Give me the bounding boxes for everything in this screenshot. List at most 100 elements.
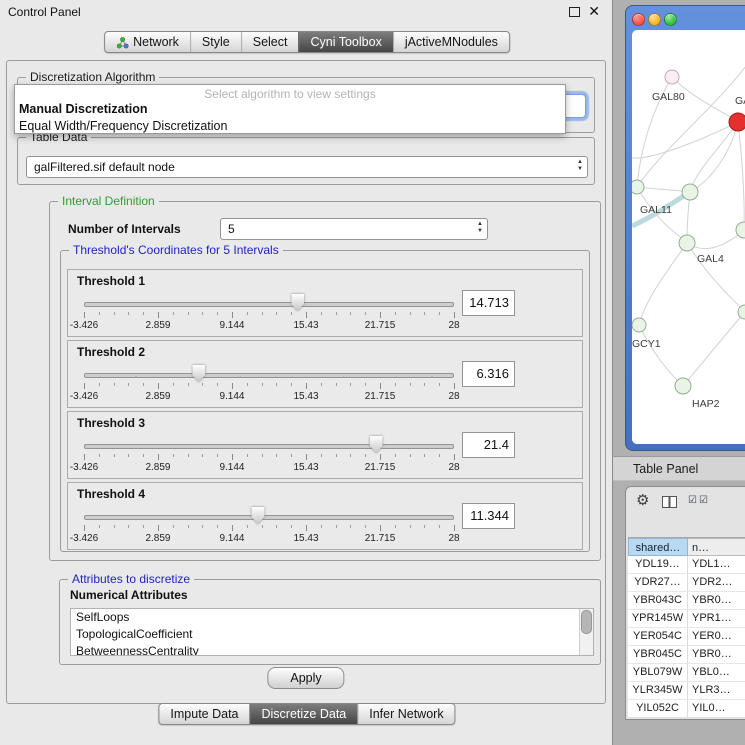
threshold-slider[interactable]: -3.4262.8599.14415.4321.71528 xyxy=(84,292,454,334)
threshold-panel: Threshold 4-3.4262.8599.14415.4321.71528… xyxy=(67,482,583,550)
threshold-panel: Threshold 1 -3.4262.8599.14415.4321.71528… xyxy=(67,269,583,337)
network-node[interactable] xyxy=(729,113,745,131)
slider-scale-label: -3.426 xyxy=(70,320,98,331)
attribute-list-item[interactable]: BetweennessCentrality xyxy=(71,643,593,656)
network-edge xyxy=(639,243,687,325)
float-window-icon[interactable] xyxy=(569,7,580,17)
network-node[interactable] xyxy=(665,70,679,84)
close-icon[interactable]: ✕ xyxy=(588,3,600,20)
attributes-list[interactable]: SelfLoopsTopologicalCoefficientBetweenne… xyxy=(70,608,594,656)
bottom-tab-infer-network-label: Infer Network xyxy=(369,707,443,721)
tab-cyni-toolbox-label: Cyni Toolbox xyxy=(310,35,381,49)
zoom-traffic-light-icon[interactable] xyxy=(664,13,677,26)
table-row[interactable]: YDR27…YDR2… xyxy=(628,574,745,592)
close-traffic-light-icon[interactable] xyxy=(632,13,645,26)
table-row[interactable]: YLR345WYLR3… xyxy=(628,682,745,700)
table-cell-name: YPR1… xyxy=(688,610,745,627)
slider-scale-label: 28 xyxy=(448,462,459,473)
slider-scale-label: 9.144 xyxy=(219,391,244,402)
attribute-list-item[interactable]: SelfLoops xyxy=(71,609,593,626)
threshold-slider[interactable]: -3.4262.8599.14415.4321.71528 xyxy=(84,363,454,405)
slider-track[interactable] xyxy=(84,373,454,378)
gear-icon[interactable]: ⚙ xyxy=(636,493,649,509)
table-row[interactable]: YDL19…YDL1… xyxy=(628,556,745,574)
table-row[interactable]: YBR045CYBR0… xyxy=(628,646,745,664)
table-cell-shared-name: YBR043C xyxy=(628,592,688,609)
network-edge xyxy=(639,325,683,386)
apply-button[interactable]: Apply xyxy=(267,667,344,689)
table-row[interactable]: YBR043CYBR0… xyxy=(628,592,745,610)
slider-thumb[interactable] xyxy=(370,436,383,453)
tab-network-label: Network xyxy=(133,35,179,49)
dropdown-option-manual-discretization[interactable]: Manual Discretization xyxy=(15,101,565,118)
table-row[interactable]: YBL079WYBL0… xyxy=(628,664,745,682)
tab-select[interactable]: Select xyxy=(241,32,299,52)
network-icon xyxy=(116,36,129,49)
threshold-slider[interactable]: -3.4262.8599.14415.4321.71528 xyxy=(84,434,454,476)
table-cell-name: YDL1… xyxy=(688,556,745,573)
slider-scale-label: 21.715 xyxy=(365,391,396,402)
table-row[interactable]: YPR145WYPR1… xyxy=(628,610,745,628)
slider-scale-label: 28 xyxy=(448,320,459,331)
bottom-tab-infer-network[interactable]: Infer Network xyxy=(357,704,454,724)
slider-ticks xyxy=(84,454,454,461)
slider-track[interactable] xyxy=(84,302,454,307)
tab-cyni-toolbox[interactable]: Cyni Toolbox xyxy=(298,32,392,52)
threshold-list: Threshold 1 -3.4262.8599.14415.4321.71528… xyxy=(61,251,589,550)
slider-thumb[interactable] xyxy=(192,365,205,382)
bottom-tab-impute-data[interactable]: Impute Data xyxy=(159,704,249,724)
threshold-value-field[interactable]: 14.713 xyxy=(462,290,515,316)
slider-track[interactable] xyxy=(84,515,454,520)
slider-scale-label: 21.715 xyxy=(365,533,396,544)
select-all-checkbox-icon[interactable]: ☑ xyxy=(688,495,697,507)
slider-thumb[interactable] xyxy=(291,294,304,311)
table-cell-name: YIL0… xyxy=(688,700,745,717)
network-node[interactable] xyxy=(632,318,646,332)
network-node[interactable] xyxy=(632,180,644,194)
threshold-value-field[interactable]: 11.344 xyxy=(462,503,515,529)
tab-style[interactable]: Style xyxy=(190,32,241,52)
scrollbar-thumb[interactable] xyxy=(581,610,592,634)
table-data-value: galFiltered.sif default node xyxy=(34,160,175,174)
network-node-label: GAL80 xyxy=(652,91,685,103)
tab-network[interactable]: Network xyxy=(105,32,190,52)
tab-jactivemnodules[interactable]: jActiveMNodules xyxy=(393,32,509,52)
table-row[interactable]: YIL052CYIL0… xyxy=(628,700,745,717)
slider-thumb[interactable] xyxy=(251,507,264,524)
table-data-combobox[interactable]: galFiltered.sif default node ▲▼ xyxy=(26,156,588,178)
network-node[interactable] xyxy=(675,378,691,394)
network-node[interactable] xyxy=(738,305,745,319)
attribute-items: SelfLoopsTopologicalCoefficientBetweenne… xyxy=(71,609,593,656)
slider-scale-label: 9.144 xyxy=(219,533,244,544)
thresholds-group: Threshold's Coordinates for 5 Intervals … xyxy=(60,250,590,552)
columns-icon[interactable] xyxy=(662,496,677,508)
numerical-attributes-label: Numerical Attributes xyxy=(70,588,188,602)
network-canvas[interactable]: GAL80GAGAL11GAL4GCY1HAP2 xyxy=(632,30,745,444)
slider-scale-label: 21.715 xyxy=(365,462,396,473)
slider-track[interactable] xyxy=(84,444,454,449)
dropdown-option-equal-width-frequency-discretization[interactable]: Equal Width/Frequency Discretization xyxy=(15,118,565,135)
column-header-shared-name[interactable]: shared… xyxy=(628,538,688,556)
algorithm-dropdown: Select algorithm to view settings Manual… xyxy=(14,84,566,134)
table-cell-shared-name: YBR045C xyxy=(628,646,688,663)
number-of-intervals-combobox[interactable]: 5 ▲▼ xyxy=(220,218,488,240)
discretization-algorithm-group-label: Discretization Algorithm xyxy=(26,70,159,84)
column-header-name[interactable]: n… xyxy=(688,538,745,556)
network-node-label: GA xyxy=(735,95,745,107)
threshold-slider[interactable]: -3.4262.8599.14415.4321.71528 xyxy=(84,505,454,547)
network-view-window: GAL80GAGAL11GAL4GCY1HAP2 xyxy=(625,5,745,451)
table-row[interactable]: YER054CYER0… xyxy=(628,628,745,646)
minimize-traffic-light-icon[interactable] xyxy=(648,13,661,26)
attributes-scrollbar[interactable] xyxy=(579,609,593,655)
threshold-value-field[interactable]: 6.316 xyxy=(462,361,515,387)
table-panel-window: ⚙ ☑ ☑ shared… n… YDL19…YDL1…YDR27…YDR2…Y… xyxy=(625,486,745,720)
threshold-value-field[interactable]: 21.4 xyxy=(462,432,515,458)
number-of-intervals-value: 5 xyxy=(228,222,235,236)
deselect-all-checkbox-icon[interactable]: ☑ xyxy=(699,495,708,507)
thresholds-group-label: Threshold's Coordinates for 5 Intervals xyxy=(69,243,283,257)
network-node[interactable] xyxy=(682,184,698,200)
threshold-label: Threshold 1 xyxy=(77,274,145,288)
attribute-list-item[interactable]: TopologicalCoefficient xyxy=(71,626,593,643)
network-node[interactable] xyxy=(679,235,695,251)
bottom-tab-discretize-data[interactable]: Discretize Data xyxy=(250,704,358,724)
